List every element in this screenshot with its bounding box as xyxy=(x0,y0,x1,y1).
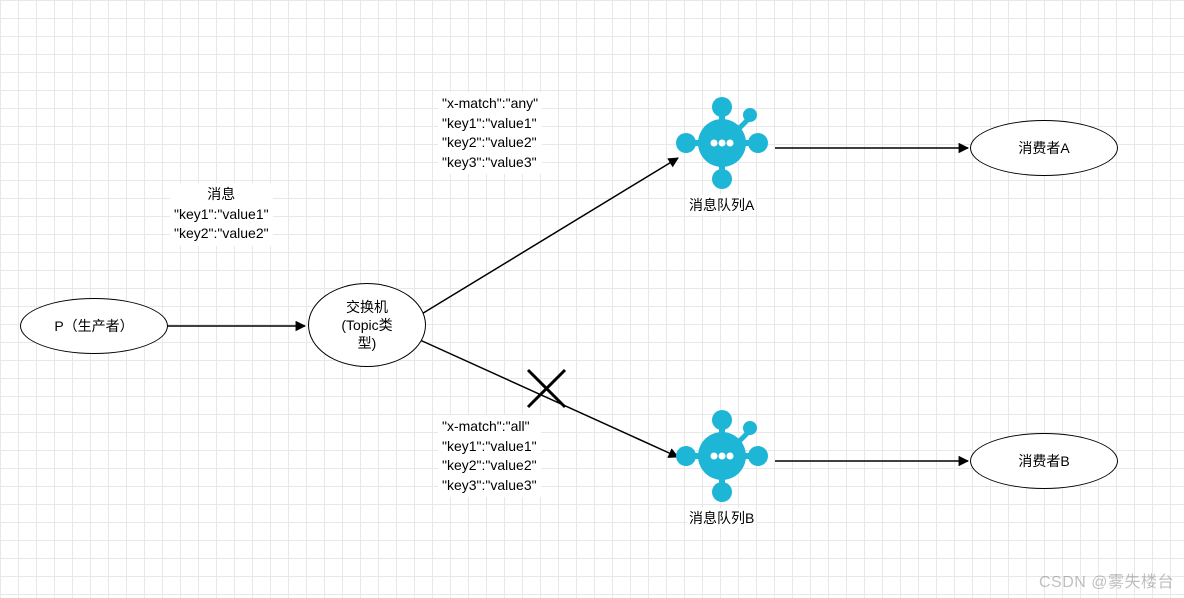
consumer-a-label: 消费者A xyxy=(1018,139,1069,157)
watermark: CSDN @雾失楼台 xyxy=(1039,568,1174,592)
binding-b-block: "x-match":"all" "key1":"value1" "key2":"… xyxy=(438,415,541,497)
queue-b-icon xyxy=(672,406,772,506)
diagram-canvas: P（生产者） 交换机 (Topic类 型) 消费者A 消费者B 消息 "key1… xyxy=(0,0,1184,598)
binding-a-l3: "key2":"value2" xyxy=(442,133,538,153)
binding-b-l4: "key3":"value3" xyxy=(442,476,537,496)
binding-a-l2: "key1":"value1" xyxy=(442,114,538,134)
exchange-label-2: (Topic类 xyxy=(341,316,392,334)
producer-node: P（生产者） xyxy=(20,298,168,354)
producer-label: P（生产者） xyxy=(54,317,133,335)
message-l2: "key2":"value2" xyxy=(174,224,269,244)
binding-b-l1: "x-match":"all" xyxy=(442,417,537,437)
queue-a-icon xyxy=(672,93,772,193)
queue-a-label: 消息队列A xyxy=(687,195,756,215)
binding-b-l3: "key2":"value2" xyxy=(442,456,537,476)
message-block: 消息 "key1":"value1" "key2":"value2" xyxy=(170,183,273,246)
connectors xyxy=(0,0,1184,598)
binding-a-l1: "x-match":"any" xyxy=(442,94,538,114)
exchange-label-3: 型) xyxy=(341,334,392,352)
exchange-node: 交换机 (Topic类 型) xyxy=(308,283,426,367)
consumer-b-label: 消费者B xyxy=(1018,452,1069,470)
queue-b-label: 消息队列B xyxy=(687,508,756,528)
binding-a-l4: "key3":"value3" xyxy=(442,153,538,173)
exchange-label-1: 交换机 xyxy=(341,298,392,316)
binding-a-block: "x-match":"any" "key1":"value1" "key2":"… xyxy=(438,92,542,174)
message-title: 消息 xyxy=(174,185,269,205)
message-l1: "key1":"value1" xyxy=(174,205,269,225)
consumer-a-node: 消费者A xyxy=(970,120,1118,176)
binding-b-l2: "key1":"value1" xyxy=(442,437,537,457)
consumer-b-node: 消费者B xyxy=(970,433,1118,489)
